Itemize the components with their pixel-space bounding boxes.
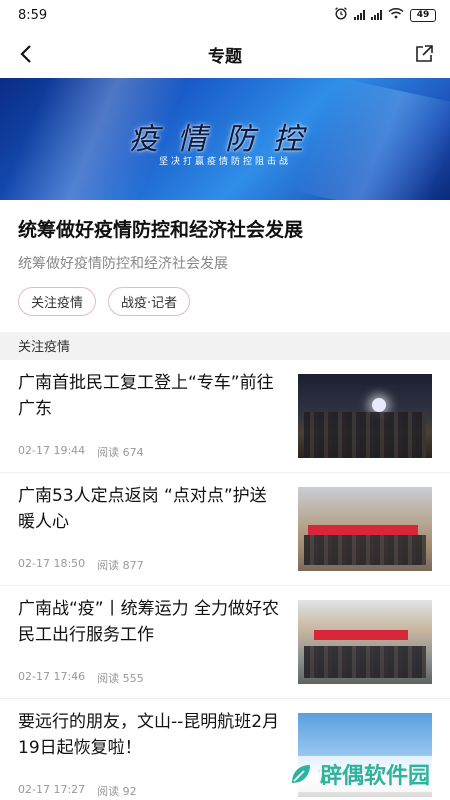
- topic-title: 统筹做好疫情防控和经济社会发展: [18, 219, 304, 241]
- news-time: 02-17 17:27: [18, 782, 86, 796]
- news-meta: 02-17 17:46 阅读 555: [18, 670, 280, 686]
- news-reads: 阅读 555: [97, 671, 144, 685]
- news-time: 02-17 18:50: [18, 556, 86, 570]
- tag-follow-epidemic[interactable]: 关注疫情: [18, 286, 97, 316]
- back-button[interactable]: [12, 40, 40, 68]
- topic-banner: 疫情防控 坚决打赢疫情防控阻击战: [0, 78, 450, 200]
- topic-tags: 关注疫情 战疫·记者: [18, 286, 432, 316]
- news-thumbnail: [298, 486, 432, 571]
- news-time: 02-17 17:46: [18, 669, 86, 683]
- news-item[interactable]: 广南战“疫”丨统筹运力 全力做好农民工出行服务工作 02-17 17:46 阅读…: [0, 586, 450, 699]
- back-arrow-icon: [20, 45, 31, 63]
- banner-title: 疫情防控: [129, 122, 321, 157]
- page-title: 专题: [208, 46, 242, 67]
- signal-icon: [354, 10, 365, 20]
- share-button[interactable]: [410, 40, 438, 68]
- news-title: 广南53人定点返岗 “点对点”护送暖人心: [18, 485, 267, 533]
- watermark-text: 辟偶软件园: [319, 764, 430, 789]
- status-icons: 49: [334, 6, 436, 24]
- battery-icon: 49: [410, 8, 436, 22]
- news-thumbnail: [298, 599, 432, 684]
- news-list: 广南首批民工复工登上“专车”前往广东 02-17 19:44 阅读 674 广南…: [0, 360, 450, 800]
- section-header: 关注疫情: [0, 331, 450, 360]
- news-reads: 阅读 674: [97, 445, 144, 459]
- news-reads: 阅读 92: [97, 784, 137, 798]
- news-meta: 02-17 19:44 阅读 674: [18, 444, 280, 460]
- alarm-icon: [334, 6, 348, 24]
- news-thumbnail: [298, 373, 432, 458]
- banner-subtitle: 坚决打赢疫情防控阻击战: [158, 157, 291, 167]
- news-item[interactable]: 广南53人定点返岗 “点对点”护送暖人心 02-17 18:50 阅读 877: [0, 473, 450, 586]
- news-title: 广南首批民工复工登上“专车”前往广东: [18, 372, 274, 420]
- nav-bar: 专题: [0, 30, 450, 78]
- signal-icon-2: [371, 10, 382, 20]
- news-title: 要远行的朋友，文山--昆明航班2月19日起恢复啦！: [18, 711, 280, 759]
- news-meta: 02-17 17:27 阅读 92: [18, 783, 280, 799]
- news-meta: 02-17 18:50 阅读 877: [18, 557, 280, 573]
- news-reads: 阅读 877: [97, 558, 144, 572]
- news-time: 02-17 19:44: [18, 443, 86, 457]
- news-title: 广南战“疫”丨统筹运力 全力做好农民工出行服务工作: [18, 598, 280, 646]
- status-time: 8:59: [18, 7, 48, 23]
- wifi-icon: [388, 7, 404, 23]
- tag-reporter[interactable]: 战疫·记者: [108, 286, 191, 316]
- watermark: 辟偶软件园: [283, 756, 434, 792]
- status-bar: 8:59 49: [0, 0, 450, 30]
- topic-info: 统筹做好疫情防控和经济社会发展 统筹做好疫情防控和经济社会发展 关注疫情 战疫·…: [0, 200, 450, 316]
- news-item[interactable]: 广南首批民工复工登上“专车”前往广东 02-17 19:44 阅读 674: [0, 360, 450, 473]
- share-icon: [416, 45, 433, 62]
- leaf-logo-icon: [291, 765, 310, 783]
- topic-description: 统筹做好疫情防控和经济社会发展: [18, 255, 228, 272]
